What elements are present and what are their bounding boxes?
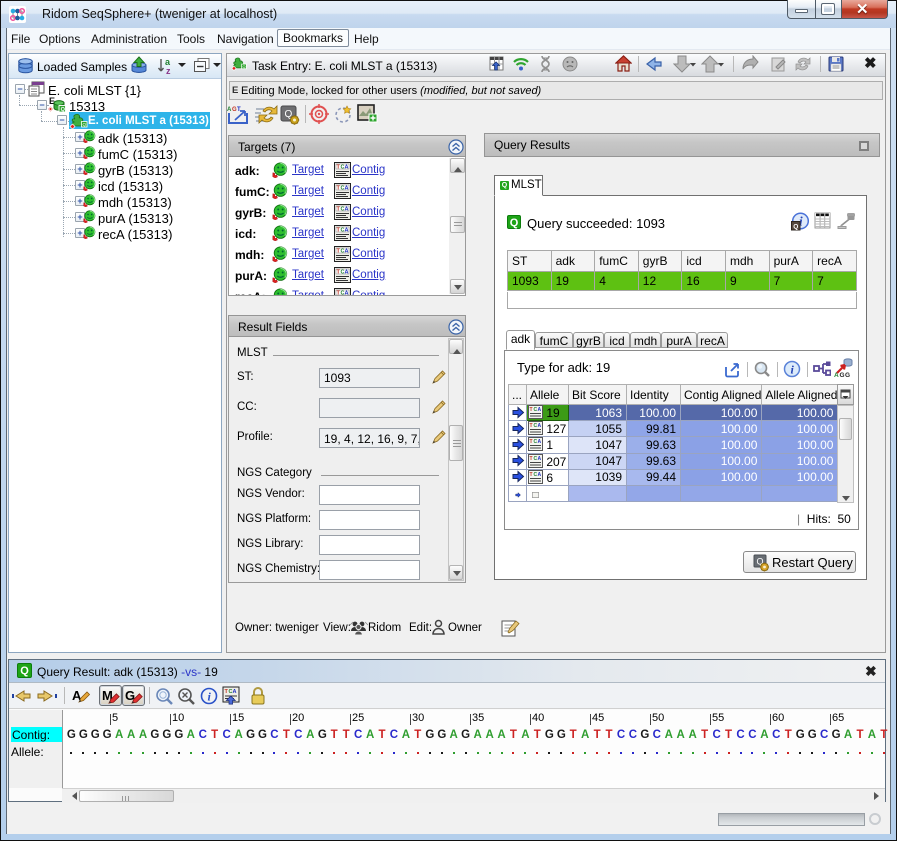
svg-text:Q: Q [242,65,245,69]
svg-text:A: A [834,372,839,378]
svg-text:A: A [345,185,349,191]
svg-text:G: G [840,372,845,378]
svg-text:A: A [538,439,542,445]
svg-text:Q: Q [61,107,66,113]
svg-text:A: A [345,291,349,296]
svg-text:A: A [345,248,349,254]
svg-text:A: A [538,456,542,462]
svg-text:T: T [530,456,533,462]
svg-text:T: T [530,472,533,478]
svg-text:A: A [233,689,237,695]
svg-text:T: T [530,407,533,413]
svg-text:i: i [208,690,212,704]
svg-text:T: T [530,439,533,445]
svg-text:A: A [538,407,542,413]
svg-text:A: A [345,227,349,233]
svg-text:A: A [538,472,542,478]
svg-text:A: A [538,423,542,429]
svg-text:z: z [166,66,171,76]
svg-text:T: T [237,107,241,113]
svg-text:G: G [845,372,850,378]
svg-text:A: A [345,164,349,170]
svg-text:T: T [530,423,533,429]
svg-text:A: A [345,270,349,276]
svg-text:A: A [345,206,349,212]
svg-text:Q: Q [83,122,87,127]
svg-text:Q: Q [793,224,798,231]
